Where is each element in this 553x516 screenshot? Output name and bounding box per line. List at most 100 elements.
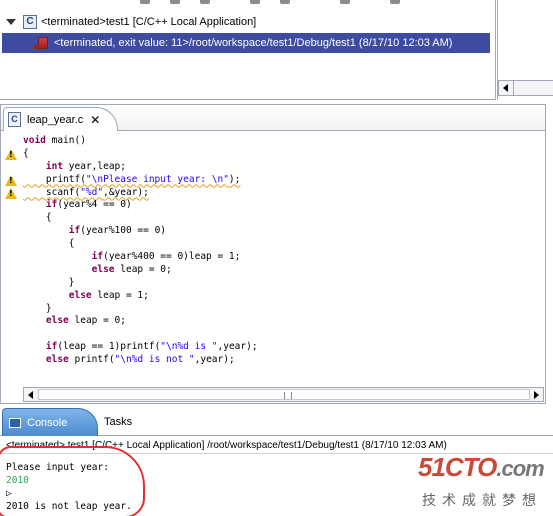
code-token: leap = 0; (68, 315, 126, 327)
code-line[interactable]: scanf("%d",&year); (23, 187, 543, 200)
code-token: if (45, 199, 58, 211)
warning-icon[interactable] (5, 148, 17, 160)
code-token: else (45, 354, 69, 366)
console-tabbar: Console Tasks (0, 406, 553, 436)
debug-toolbar (130, 0, 430, 6)
view-menu-icon[interactable] (390, 0, 400, 4)
step-over-icon[interactable] (280, 0, 290, 4)
code-line[interactable]: int year,leap; (23, 161, 543, 174)
code-token: main() (45, 135, 86, 146)
step-return-icon[interactable] (340, 0, 350, 4)
code-editor[interactable]: void main(){ int year,leap; printf("\nPl… (23, 135, 543, 391)
code-token: (leap == 1)printf( (57, 341, 161, 353)
launch-label: <terminated>test1 [C/C++ Local Applicati… (41, 15, 257, 28)
scrollbar-thumb[interactable] (38, 389, 530, 400)
launch-tree-item[interactable]: C <terminated>test1 [C/C++ Local Applica… (6, 12, 256, 31)
debug-view: C <terminated>test1 [C/C++ Local Applica… (0, 0, 496, 100)
suspend-icon[interactable] (170, 0, 180, 4)
code-token: "\nPlease input year: \n" (85, 173, 229, 185)
code-line[interactable]: else leap = 1; (23, 290, 543, 303)
code-token: leap = 1; (91, 289, 149, 301)
resume-icon[interactable] (140, 0, 150, 4)
scrollbar-separator (513, 81, 514, 95)
tab-console[interactable]: Console (2, 408, 98, 436)
code-line[interactable]: { (23, 238, 543, 251)
code-token: "%d" (80, 186, 104, 198)
code-line[interactable]: if(year%100 == 0) (23, 225, 543, 238)
terminate-icon[interactable] (200, 0, 210, 4)
code-line[interactable]: if(leap == 1)printf("\n%d is ",year); (23, 341, 543, 354)
watermark-tagline: 技术成就梦想 (422, 493, 542, 509)
scrollbar-grip-icon (284, 392, 292, 399)
code-line[interactable]: { (23, 212, 543, 225)
code-token: else (91, 263, 115, 275)
code-token: (year%400 == 0)leap = 1; (103, 251, 241, 263)
code-line[interactable]: } (23, 303, 543, 316)
code-token: ,year); (194, 354, 235, 366)
code-line[interactable]: printf("\nPlease input year: \n"); (23, 174, 543, 187)
watermark-logo: 51CTO.com 技术成就梦想 (418, 452, 550, 512)
close-icon[interactable]: ✕ (90, 114, 100, 126)
editor-tab-label: leap_year.c (27, 113, 84, 126)
scroll-left-arrow-icon[interactable] (503, 84, 508, 92)
code-token: } (23, 276, 75, 288)
step-into-icon[interactable] (250, 0, 260, 4)
code-token: else (68, 289, 92, 301)
watermark-brand-name: 51CTO (418, 452, 497, 482)
code-token: ); (228, 173, 241, 185)
code-line[interactable]: else leap = 0; (23, 315, 543, 328)
warning-icon[interactable] (5, 174, 17, 186)
scroll-left-arrow-icon[interactable] (28, 391, 33, 399)
code-token: leap = 0; (114, 263, 172, 275)
code-line[interactable]: void main() (23, 135, 543, 148)
code-token: year,leap; (63, 160, 126, 172)
code-line[interactable]: else printf("\n%d is not ",year); (23, 354, 543, 367)
terminated-process-icon (34, 37, 48, 49)
code-token: (year%100 == 0) (80, 225, 167, 237)
code-token: if (91, 251, 104, 263)
code-token: { (23, 238, 75, 250)
editor-tabbar: C leap_year.c ✕ (1, 105, 545, 131)
warning-icon[interactable] (5, 187, 17, 199)
editor-gutter[interactable] (1, 132, 19, 390)
code-line[interactable]: else leap = 0; (23, 264, 543, 277)
code-token: { (23, 212, 52, 224)
watermark-brand-suffix: .com (496, 456, 544, 481)
code-token: } (23, 302, 52, 314)
code-line[interactable]: if(year%400 == 0)leap = 1; (23, 251, 543, 264)
code-token: int (45, 160, 64, 172)
editor-tab-leap-year[interactable]: C leap_year.c ✕ (3, 107, 118, 131)
code-token: printf( (68, 354, 115, 366)
code-line[interactable]: { (23, 148, 543, 161)
code-token: ,year); (217, 341, 258, 353)
code-token: if (68, 225, 81, 237)
tab-tasks[interactable]: Tasks (100, 410, 132, 434)
code-token: scanf( (23, 186, 81, 198)
code-token: (year%4 == 0) (57, 199, 132, 211)
code-token: { (23, 147, 29, 159)
expand-triangle-icon[interactable] (6, 18, 16, 25)
code-line[interactable] (23, 328, 543, 341)
console-icon (9, 417, 21, 428)
console-tab-label: Console (27, 416, 68, 429)
code-token: "\n%d is " (160, 341, 218, 353)
side-horizontal-scrollbar[interactable] (498, 80, 553, 96)
scroll-right-arrow-icon[interactable] (534, 391, 539, 399)
code-token: ,&year); (103, 186, 149, 198)
code-token: else (45, 315, 69, 327)
code-line[interactable]: } (23, 277, 543, 290)
process-tree-item[interactable]: <terminated, exit value: 11>/root/worksp… (2, 33, 490, 53)
code-token: if (45, 341, 58, 353)
code-line[interactable]: if(year%4 == 0) (23, 199, 543, 212)
code-token: printf( (23, 173, 86, 185)
watermark-brand: 51CTO.com (418, 452, 545, 483)
editor-horizontal-scrollbar[interactable] (23, 387, 544, 402)
tasks-tab-label: Tasks (104, 416, 133, 428)
